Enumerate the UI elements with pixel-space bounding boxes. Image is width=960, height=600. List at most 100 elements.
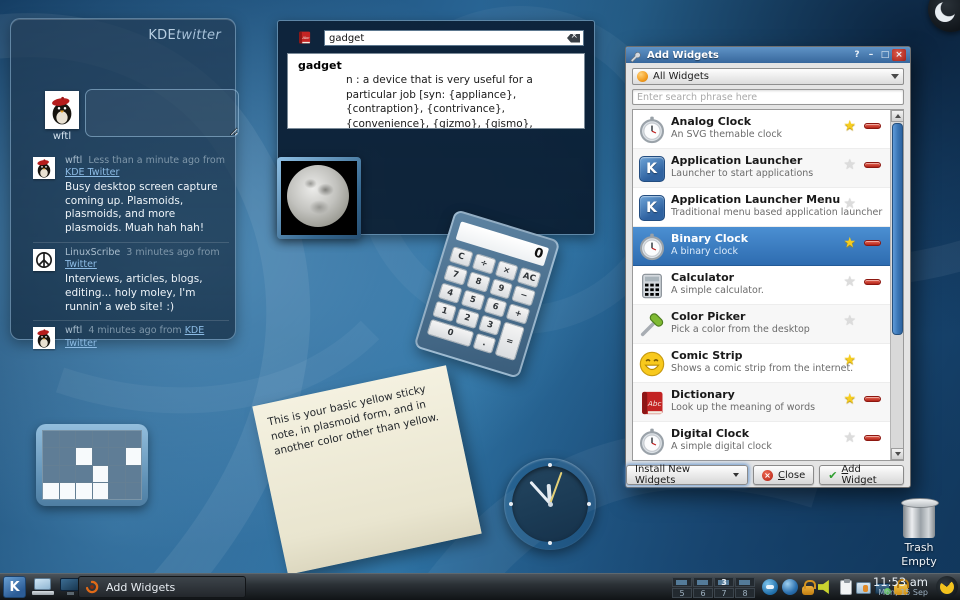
tweet-author: wftl [65, 155, 82, 166]
calc-1-button[interactable]: 1 [432, 301, 457, 322]
desktop-pager: 3 5 6 7 8 [672, 577, 755, 598]
favorite-star-icon[interactable] [843, 391, 856, 407]
calculator-icon [636, 270, 667, 301]
running-indicator-icon[interactable] [864, 396, 881, 402]
volume-icon[interactable] [818, 579, 834, 595]
dictionary-search-input[interactable] [325, 33, 567, 44]
install-new-widgets-button[interactable]: Install New Widgets [626, 465, 748, 485]
dialog-titlebar[interactable]: Add Widgets ? – □ × [626, 47, 910, 63]
lock-icon[interactable] [802, 586, 814, 595]
running-indicator-icon[interactable] [864, 162, 881, 168]
widget-row-dictionary[interactable]: Dictionary Look up the meaning of words [633, 383, 890, 422]
calc-9-button[interactable]: 9 [489, 278, 514, 299]
widget-row-digital-clock[interactable]: Digital Clock A simple digital clock [633, 422, 890, 461]
widget-name: Color Picker [671, 305, 890, 324]
pager-desktop-7[interactable]: 7 [714, 588, 734, 598]
clock-icon [636, 231, 667, 262]
pager-desktop-5[interactable]: 5 [672, 588, 692, 598]
help-button[interactable]: ? [850, 49, 864, 61]
widget-row-application-launcher[interactable]: Application Launcher Launcher to start a… [633, 149, 890, 188]
calc-minus-button[interactable]: − [511, 285, 536, 306]
task-button-add-widgets[interactable]: Add Widgets [78, 576, 246, 598]
binary-clock-grid [42, 430, 142, 500]
favorite-star-icon[interactable] [843, 274, 856, 290]
widget-row-calculator[interactable]: Calculator A simple calculator. [633, 266, 890, 305]
widget-row-analog-clock[interactable]: Analog Clock An SVG themable clock [633, 110, 890, 149]
pager-desktop-2[interactable] [693, 577, 713, 587]
widget-row-color-picker[interactable]: Color Picker Pick a color from the deskt… [633, 305, 890, 344]
tweet-source-link[interactable]: KDE Twitter [65, 167, 119, 178]
calc-decimal-button[interactable]: . [472, 333, 497, 354]
calc-8-button[interactable]: 8 [466, 271, 491, 292]
calc-clear-button[interactable]: C [449, 246, 474, 267]
binary-cell [109, 431, 125, 447]
widget-name: Application Launcher Menu [671, 188, 890, 207]
favorite-star-icon[interactable] [843, 235, 856, 251]
panel-toolbox-cashew-icon[interactable] [936, 576, 958, 598]
favorite-star-icon[interactable] [843, 313, 856, 329]
running-indicator-icon[interactable] [864, 240, 881, 246]
widget-row-comic-strip[interactable]: Comic Strip Shows a comic strip from the… [633, 344, 890, 383]
session-window-icon[interactable] [856, 582, 871, 594]
widget-row-binary-clock[interactable]: Binary Clock A binary clock [633, 227, 890, 266]
calc-5-button[interactable]: 5 [460, 289, 485, 310]
favorite-star-icon[interactable] [843, 118, 856, 134]
clock-marker [587, 502, 591, 506]
calc-7-button[interactable]: 7 [443, 264, 468, 285]
scroll-up-button[interactable] [891, 110, 904, 122]
dictionary-book-icon [636, 387, 667, 418]
pager-desktop-3[interactable]: 3 [714, 577, 734, 587]
kmenu-launcher-icon[interactable] [3, 576, 26, 598]
calc-divide-button[interactable]: ÷ [472, 253, 497, 274]
binary-cell [126, 483, 142, 499]
favorite-star-icon[interactable] [843, 352, 856, 368]
close-window-button[interactable]: × [892, 49, 906, 61]
dictionary-book-icon [296, 30, 313, 45]
clear-input-icon[interactable] [567, 34, 580, 43]
calc-multiply-button[interactable]: × [494, 260, 519, 281]
calc-plus-button[interactable]: + [506, 303, 531, 324]
pager-desktop-8[interactable]: 8 [735, 588, 755, 598]
scrollbar-thumb[interactable] [892, 123, 903, 335]
sticky-note-widget[interactable]: This is your basic yellow sticky note, i… [252, 365, 481, 574]
sticky-note-text: This is your basic yellow sticky note, i… [267, 380, 447, 461]
clipboard-icon[interactable] [840, 580, 852, 595]
favorite-star-icon[interactable] [843, 157, 856, 173]
widget-name: Comic Strip [671, 344, 890, 363]
running-indicator-icon[interactable] [864, 123, 881, 129]
maximize-button[interactable]: □ [878, 49, 892, 61]
taskbar-clock[interactable]: 11:53 am Mon, 15 Sep [873, 576, 928, 598]
running-indicator-icon[interactable] [864, 435, 881, 441]
minimize-button[interactable]: – [864, 49, 878, 61]
calc-3-button[interactable]: 3 [478, 315, 503, 336]
add-widget-button[interactable]: Add Widget [819, 465, 904, 485]
device-notifier-icon[interactable] [32, 578, 54, 596]
favorite-star-icon[interactable] [843, 196, 856, 212]
widget-description: Traditional menu based application launc… [671, 207, 890, 218]
messenger-icon[interactable] [762, 579, 778, 595]
network-globe-icon[interactable] [782, 579, 798, 595]
widget-row-application-launcher-menu[interactable]: Application Launcher Menu Traditional me… [633, 188, 890, 227]
calc-4-button[interactable]: 4 [438, 282, 463, 303]
widget-search-input[interactable] [632, 89, 904, 105]
pager-desktop-1[interactable] [672, 577, 692, 587]
calculator-keypad: C ÷ × AC 7 8 9 − 4 5 6 + 1 2 3 = 0 . [427, 246, 542, 361]
tweet-source-link[interactable]: Twitter [65, 259, 97, 270]
close-button[interactable]: Close [753, 465, 814, 485]
binary-cell-lit [76, 483, 92, 499]
calc-2-button[interactable]: 2 [455, 308, 480, 329]
pager-desktop-4[interactable] [735, 577, 755, 587]
list-scrollbar [890, 110, 903, 460]
widget-title: KDEtwitter [148, 28, 221, 43]
favorite-star-icon[interactable] [843, 430, 856, 446]
scroll-down-button[interactable] [891, 448, 904, 460]
widget-description: A simple calculator. [671, 285, 890, 296]
running-indicator-icon[interactable] [864, 279, 881, 285]
status-update-input[interactable] [85, 89, 239, 137]
trash-desktop-icon[interactable]: TrashEmpty [891, 502, 947, 569]
calc-allclear-button[interactable]: AC [517, 267, 542, 288]
calc-6-button[interactable]: 6 [483, 296, 508, 317]
desktop-toolbox-cashew-icon[interactable] [928, 0, 960, 32]
pager-desktop-6[interactable]: 6 [693, 588, 713, 598]
category-filter-dropdown[interactable]: All Widgets [632, 68, 904, 85]
